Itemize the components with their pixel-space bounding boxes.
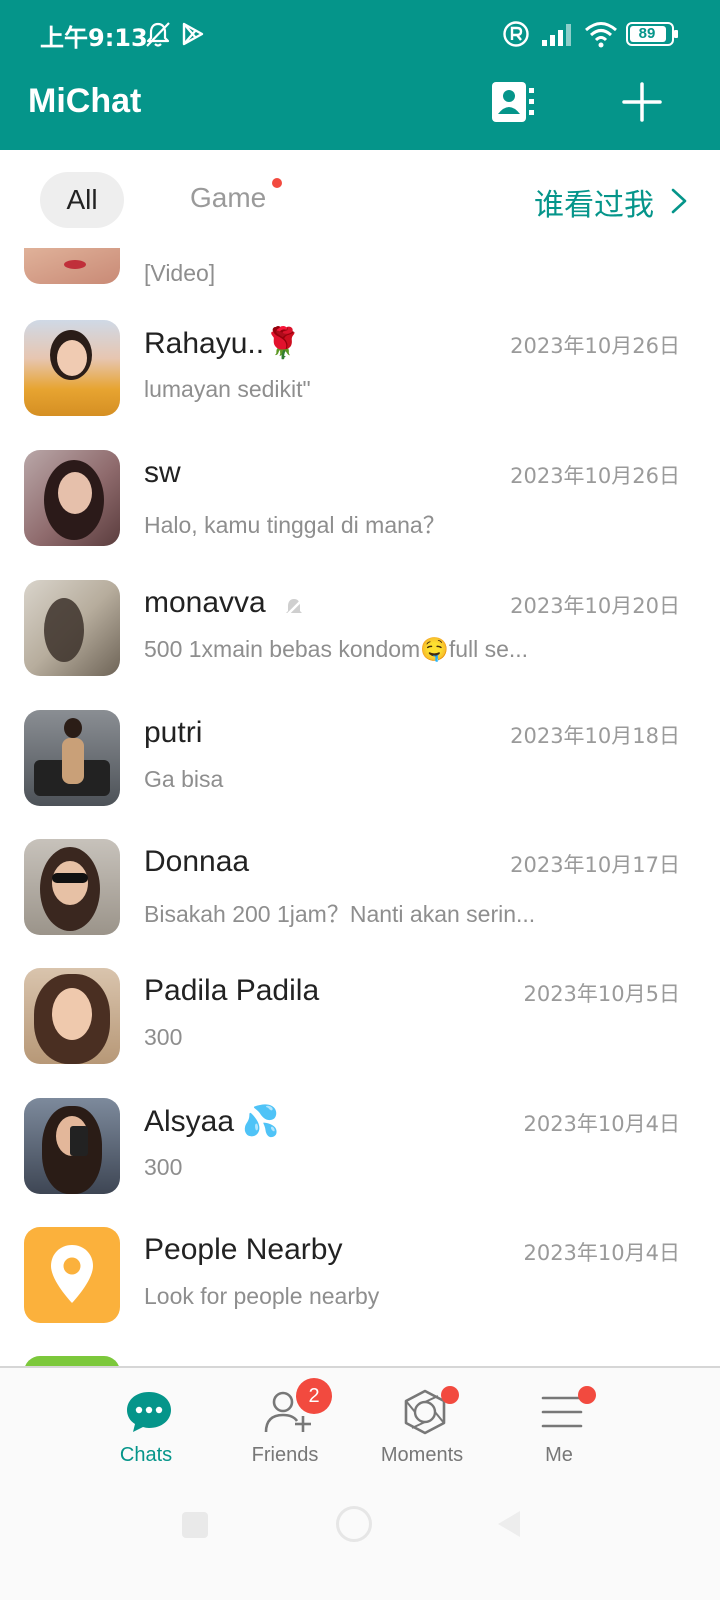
contacts-icon[interactable]: [490, 80, 536, 124]
me-notification-dot: [578, 1386, 596, 1404]
chat-date: 2023年10月5日: [523, 982, 680, 1006]
avatar: [24, 1098, 120, 1194]
avatar: [24, 320, 120, 416]
battery-level: 89: [638, 25, 656, 42]
filter-all-tab[interactable]: All: [40, 172, 124, 228]
chat-name: People Nearby: [144, 1233, 343, 1266]
chat-row[interactable]: putri 2023年10月18日 Ga bisa: [0, 710, 720, 840]
avatar: [24, 580, 120, 676]
avatar: [24, 968, 120, 1064]
chat-row[interactable]: People Nearby 2023年10月4日 Look for people…: [0, 1227, 720, 1357]
chat-name: Donnaa: [144, 845, 250, 878]
back-icon[interactable]: [494, 1508, 524, 1540]
bottom-nav: Chats 2 Friends Moments Me: [0, 1366, 720, 1478]
bell-muted-icon: [146, 22, 170, 47]
chat-date: 2023年10月4日: [523, 1112, 680, 1136]
chat-name: Alsyaa 💦: [144, 1105, 280, 1138]
chat-date: 2023年10月18日: [510, 724, 680, 748]
filter-game-tab[interactable]: Game: [190, 182, 266, 214]
chat-row[interactable]: monavva 2023年10月20日 500 1xmain bebas kon…: [0, 580, 720, 710]
filter-bar: All Game 谁看过我: [0, 150, 720, 248]
nav-friends-label: Friends: [251, 1444, 319, 1466]
chat-row[interactable]: Donnaa 2023年10月17日 Bisakah 200 1jam？Nant…: [0, 839, 720, 969]
app-title: MiChat: [28, 82, 142, 120]
chat-date: 2023年10月20日: [510, 594, 680, 618]
chat-name: putri: [144, 716, 203, 749]
chevron-right-icon[interactable]: [668, 186, 690, 216]
avatar: [24, 1356, 120, 1366]
avatar: [24, 1227, 120, 1323]
chat-name: Rahayu..🌹: [144, 327, 302, 360]
plus-icon[interactable]: [620, 80, 664, 124]
status-bar: 上午9:13 89: [0, 0, 720, 70]
chat-date: 2023年10月26日: [510, 464, 680, 488]
nav-friends[interactable]: 2 Friends: [225, 1368, 345, 1480]
avatar: [24, 710, 120, 806]
nav-me-label: Me: [545, 1444, 573, 1466]
who-viewed-me-link[interactable]: 谁看过我: [534, 180, 654, 224]
signal-icon: [542, 24, 571, 46]
chat-bubble-icon: [127, 1392, 171, 1432]
recent-apps-button[interactable]: [182, 1512, 208, 1538]
nav-moments[interactable]: Moments: [362, 1368, 482, 1480]
chat-row[interactable]: Rahayu..🌹 2023年10月26日 lumayan sedikit": [0, 320, 720, 450]
muted-icon: [284, 598, 304, 618]
chat-row[interactable]: [0, 1356, 720, 1366]
app-header: 上午9:13 89 MiChat: [0, 0, 720, 150]
home-button[interactable]: [336, 1506, 372, 1542]
chat-date: 2023年10月4日: [523, 1241, 680, 1265]
moments-notification-dot: [441, 1386, 459, 1404]
chat-preview: 300: [144, 1154, 183, 1180]
registered-icon: [503, 21, 529, 47]
nav-chats-label: Chats: [119, 1444, 173, 1466]
chat-preview: [Video]: [144, 260, 216, 286]
avatar: [24, 248, 120, 284]
chat-preview: Halo, kamu tinggal di mana？: [144, 512, 446, 538]
chat-row[interactable]: sw 2023年10月26日 Halo, kamu tinggal di man…: [0, 450, 720, 580]
location-pin-icon: [51, 1245, 93, 1303]
chat-row[interactable]: Alsyaa 💦 2023年10月4日 300: [0, 1098, 720, 1228]
chat-preview: Look for people nearby: [144, 1283, 380, 1309]
chat-preview: Bisakah 200 1jam？Nanti akan serin...: [144, 901, 536, 927]
play-store-icon: [182, 22, 204, 46]
chat-preview: 500 1xmain bebas kondom🤤full se...: [144, 636, 529, 662]
status-time: 上午9:13: [40, 24, 148, 52]
nav-moments-label: Moments: [380, 1444, 464, 1466]
chat-name: Padila Padila: [144, 974, 320, 1007]
chat-preview: lumayan sedikit": [144, 376, 311, 402]
chat-list: [Video] Rahayu..🌹 2023年10月26日 lumayan se…: [0, 248, 720, 1366]
chat-name: sw: [144, 456, 181, 489]
avatar: [24, 839, 120, 935]
game-notification-dot: [272, 178, 282, 188]
chat-date: 2023年10月26日: [510, 334, 680, 358]
chat-row[interactable]: Padila Padila 2023年10月5日 300: [0, 968, 720, 1098]
wifi-icon: [585, 22, 617, 48]
chat-row[interactable]: [Video]: [0, 248, 720, 318]
chat-preview: Ga bisa: [144, 766, 224, 792]
battery-icon: 89: [626, 22, 678, 46]
system-nav-bar: [0, 1478, 720, 1600]
nav-chats[interactable]: Chats: [86, 1368, 206, 1480]
nav-me[interactable]: Me: [499, 1368, 619, 1480]
friends-badge: 2: [296, 1378, 332, 1414]
chat-name: monavva: [144, 586, 266, 619]
chat-date: 2023年10月17日: [510, 853, 680, 877]
avatar: [24, 450, 120, 546]
chat-preview: 300: [144, 1024, 183, 1050]
